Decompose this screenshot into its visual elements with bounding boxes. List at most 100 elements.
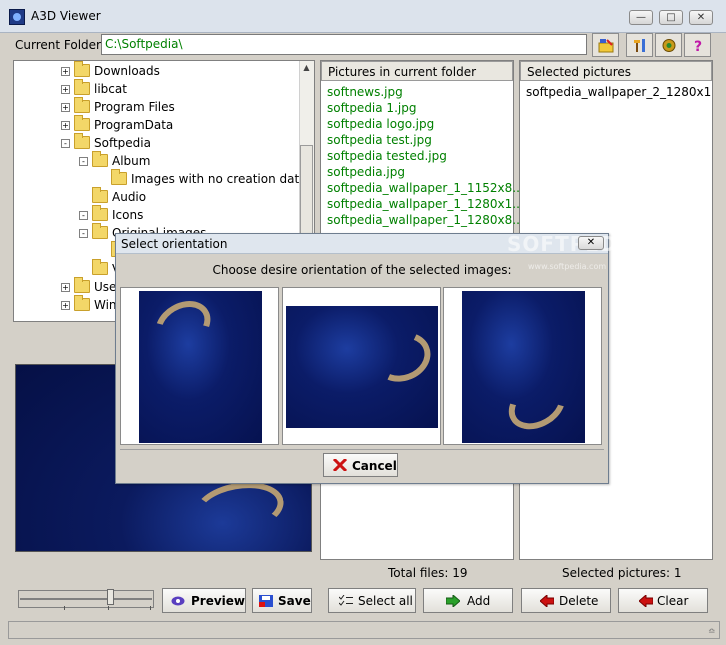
- checklist-icon: [339, 595, 353, 606]
- tree-item[interactable]: - Softpedia: [14, 133, 300, 153]
- zoom-slider-thumb[interactable]: [107, 589, 114, 605]
- slider-tick: [64, 606, 65, 610]
- collapse-icon[interactable]: -: [61, 139, 70, 148]
- folder-icon: [74, 61, 90, 77]
- resize-grip-icon[interactable]: ≏: [708, 627, 716, 637]
- tree-item[interactable]: - Icons: [14, 205, 300, 225]
- tree-item-label: Icons: [112, 208, 144, 222]
- tree-item-label: Downloads: [94, 64, 160, 78]
- expand-icon[interactable]: +: [61, 67, 70, 76]
- expand-icon[interactable]: +: [61, 85, 70, 94]
- slider-tick: [108, 606, 109, 610]
- folder-icon: [74, 295, 90, 311]
- select-all-button[interactable]: Select all: [328, 588, 416, 613]
- expand-icon[interactable]: +: [61, 283, 70, 292]
- arrow-left-icon: [639, 595, 653, 607]
- cancel-button[interactable]: Cancel: [323, 453, 398, 477]
- selected-header[interactable]: Selected pictures: [520, 61, 712, 81]
- settings-button[interactable]: [655, 33, 682, 57]
- tree-item-label: Audio: [112, 190, 147, 204]
- folder-icon: [111, 169, 127, 185]
- app-icon: [9, 9, 25, 25]
- dialog-prompt: Choose desire orientation of the selecte…: [212, 263, 512, 277]
- folder-icon: [74, 133, 90, 149]
- folder-icon: [74, 277, 90, 293]
- tree-item-label: Win: [94, 298, 117, 312]
- folder-icon: [74, 115, 90, 131]
- thumbnail-swoosh: [366, 324, 438, 390]
- orientation-option-portrait-right[interactable]: [443, 287, 602, 445]
- tree-item[interactable]: + libcat: [14, 79, 300, 99]
- list-item[interactable]: softpedia_wallpaper_1_1152x8...: [327, 181, 524, 195]
- list-item[interactable]: softpedia_wallpaper_2_1280x1...: [526, 85, 711, 99]
- close-icon: ✕: [696, 12, 706, 23]
- tree-item[interactable]: - Album: [14, 151, 300, 171]
- list-item[interactable]: softnews.jpg: [327, 85, 403, 99]
- list-item[interactable]: softpedia_wallpaper_1_1280x8...: [327, 213, 524, 227]
- window-title: A3D Viewer: [31, 9, 101, 23]
- tree-item[interactable]: Audio: [14, 187, 300, 207]
- orientation-thumbnail: [139, 291, 262, 443]
- orientation-option-portrait-left[interactable]: [120, 287, 279, 445]
- watermark-logo: SOFTPEDIA: [507, 232, 643, 256]
- list-item[interactable]: softpedia 1.jpg: [327, 101, 416, 115]
- maximize-icon: □: [666, 12, 676, 23]
- tree-item[interactable]: + ProgramData: [14, 115, 300, 135]
- thumbnail-swoosh: [500, 370, 574, 440]
- tree-item-label: Softpedia: [94, 136, 151, 150]
- save-button[interactable]: Save: [252, 588, 312, 613]
- total-files-count: Total files: 19: [388, 566, 468, 580]
- clear-button[interactable]: Clear: [618, 588, 708, 613]
- pictures-header[interactable]: Pictures in current folder: [321, 61, 513, 81]
- preview-button[interactable]: Preview: [162, 588, 246, 613]
- zoom-slider-groove: [20, 598, 152, 600]
- folder-icon: [92, 223, 108, 239]
- x-icon: [333, 459, 347, 471]
- delete-button[interactable]: Delete: [521, 588, 611, 613]
- list-item[interactable]: softpedia tested.jpg: [327, 149, 447, 163]
- selected-pictures-count: Selected pictures: 1: [562, 566, 682, 580]
- current-folder-input[interactable]: C:\Softpedia\: [101, 34, 587, 55]
- tree-item[interactable]: + Program Files: [14, 97, 300, 117]
- folder-icon: [92, 259, 108, 275]
- help-icon: ?: [694, 39, 702, 53]
- gear-icon: [662, 39, 676, 52]
- collapse-icon[interactable]: -: [79, 211, 88, 220]
- folder-select-icon: [598, 39, 614, 53]
- minimize-button[interactable]: —: [629, 10, 653, 25]
- browse-folder-button[interactable]: [592, 33, 619, 57]
- add-button[interactable]: Add: [423, 588, 513, 613]
- expand-icon[interactable]: +: [61, 301, 70, 310]
- dialog-close-button[interactable]: ✕: [578, 236, 604, 250]
- expand-icon[interactable]: +: [61, 121, 70, 130]
- tree-item-label: Use: [94, 280, 117, 294]
- list-item[interactable]: softpedia logo.jpg: [327, 117, 434, 131]
- collapse-icon[interactable]: -: [79, 229, 88, 238]
- list-item[interactable]: softpedia.jpg: [327, 165, 405, 179]
- maximize-button[interactable]: □: [659, 10, 683, 25]
- minimize-icon: —: [636, 12, 646, 23]
- tree-item-label: Program Files: [94, 100, 175, 114]
- expand-icon[interactable]: +: [61, 103, 70, 112]
- list-item[interactable]: softpedia test.jpg: [327, 133, 432, 147]
- scroll-up-icon[interactable]: ▲: [300, 63, 313, 75]
- list-item[interactable]: softpedia_wallpaper_1_1280x1...: [327, 197, 524, 211]
- tools-button[interactable]: [626, 33, 653, 57]
- collapse-icon[interactable]: -: [79, 157, 88, 166]
- preview-swoosh: [190, 475, 288, 541]
- status-bar: [8, 621, 720, 639]
- tree-item-label: Images with no creation date: [131, 172, 307, 186]
- orientation-option-landscape[interactable]: [282, 287, 441, 445]
- tree-item-label: libcat: [94, 82, 127, 96]
- folder-icon: [92, 187, 108, 203]
- slider-tick: [150, 606, 151, 610]
- dialog-title: Select orientation: [121, 237, 228, 251]
- orientation-thumbnail: [462, 291, 585, 443]
- help-button[interactable]: ?: [684, 33, 711, 57]
- tree-item-label: ProgramData: [94, 118, 174, 132]
- tree-item[interactable]: + Downloads: [14, 61, 300, 81]
- save-icon: [259, 595, 273, 607]
- folder-icon: [74, 79, 90, 95]
- close-button[interactable]: ✕: [689, 10, 713, 25]
- tree-item[interactable]: Images with no creation date: [14, 169, 307, 189]
